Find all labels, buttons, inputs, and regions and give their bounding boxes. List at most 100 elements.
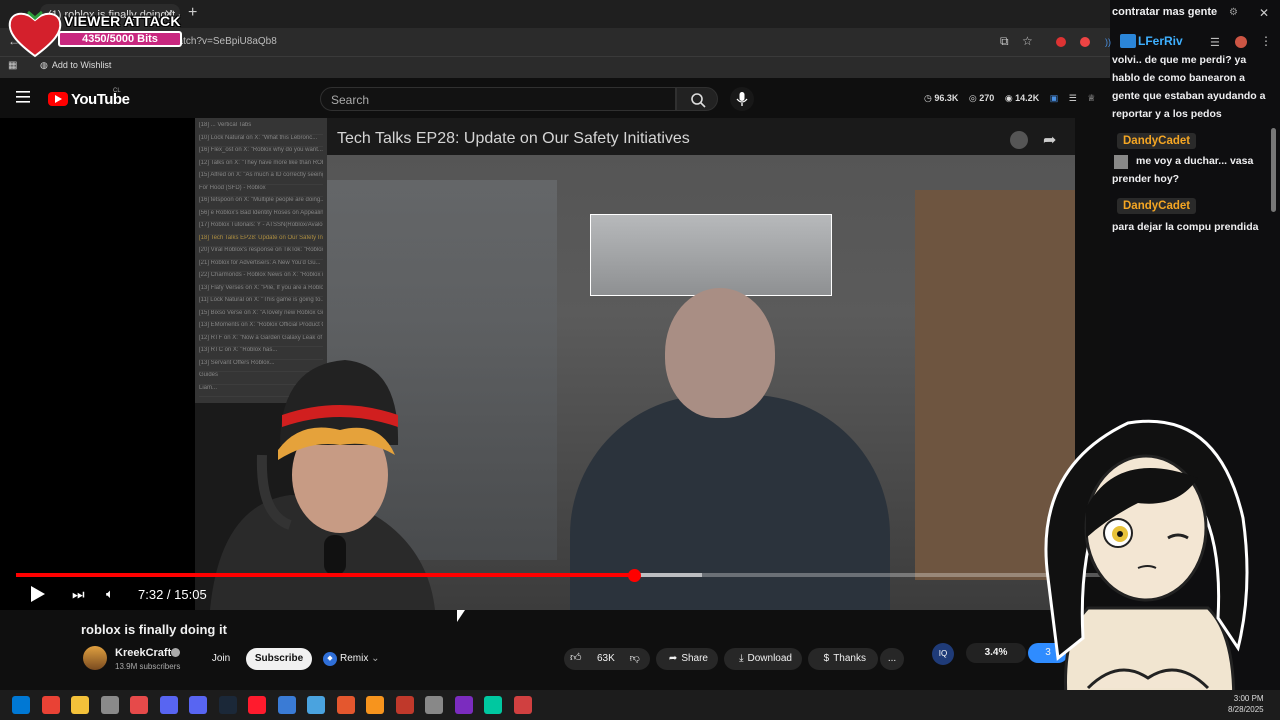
apps-grid-icon[interactable]: ▦ (8, 60, 17, 71)
bookmark-wishlist[interactable]: ◍ Add to Wishlist (40, 60, 111, 71)
taskbar-app3-icon[interactable] (100, 696, 119, 714)
bits-overlay-title: VIEWER ATTACK (64, 13, 181, 29)
vertical-tab-row: [13] Flafy Verses on X: "Pile, If you ar… (199, 285, 323, 297)
chat-scrollbar[interactable] (1271, 128, 1276, 212)
taskbar-notes-icon[interactable] (307, 696, 325, 714)
more-actions-button[interactable]: ... (880, 648, 904, 670)
taskbar-discord2-icon[interactable] (189, 696, 207, 714)
list-icon-2[interactable]: ☰ (1210, 36, 1220, 49)
bookmarks-bar (0, 56, 1110, 78)
dislike-icon[interactable]: 👎︎ (630, 653, 640, 664)
taskbar-calendar-icon[interactable] (130, 696, 148, 714)
chat-username[interactable]: DandyCadet (1117, 198, 1197, 214)
clock-date: 8/28/2025 (1228, 705, 1264, 714)
inner-video-title: Tech Talks EP28: Update on Our Safety In… (337, 130, 690, 147)
taskbar-app14-icon[interactable] (425, 696, 443, 714)
taskbar-audition-icon[interactable] (484, 696, 502, 714)
install-icon[interactable]: ⧉ (1000, 34, 1009, 49)
taskbar-steam-icon[interactable] (218, 696, 237, 714)
mouse-cursor (457, 610, 465, 622)
extension-icon-2[interactable] (1080, 37, 1090, 47)
selection-box (590, 214, 832, 296)
bookmark-star-icon[interactable]: ☆ (1022, 34, 1033, 48)
heart-icon (8, 10, 62, 58)
taskbar-windows-icon[interactable] (12, 696, 30, 714)
channel-avatar[interactable] (83, 646, 107, 670)
next-button[interactable]: ⏭ (72, 586, 85, 603)
search-button[interactable] (676, 87, 718, 111)
hamburger-menu-icon[interactable] (16, 90, 32, 104)
taskbar-notepad-icon[interactable] (277, 696, 296, 714)
profile-avatar[interactable] (1235, 36, 1247, 48)
new-tab-button[interactable]: + (188, 4, 197, 22)
kebab-menu-icon[interactable]: ⋮ (1260, 34, 1272, 48)
play-button[interactable] (31, 586, 45, 602)
time-display: 7:32 / 15:05 (138, 587, 207, 602)
vertical-tab-row: [16] Flex_ost on X: "Roblox why do you w… (199, 147, 323, 160)
volume-icon[interactable]: 🔈︎ (106, 586, 114, 602)
play-triangle-icon (55, 95, 62, 103)
taskbar-app13-icon[interactable] (395, 696, 414, 714)
taskbar-opera-icon[interactable] (248, 696, 266, 714)
share-label: Share (681, 653, 708, 664)
country-code: CL (113, 88, 121, 94)
watch-later-icon (1010, 131, 1028, 149)
channel-name[interactable]: KreekCraft (115, 647, 171, 659)
voice-search-button[interactable] (730, 87, 754, 111)
speaker-head (665, 288, 775, 418)
taskbar-chrome-icon[interactable] (41, 696, 60, 714)
download-label: Download (747, 653, 792, 664)
bookmark-label: Add to Wishlist (51, 60, 112, 70)
taskbar-app12-icon[interactable] (366, 696, 384, 714)
video-title: roblox is finally doing it (81, 622, 227, 637)
vertical-tab-row: [13] EMoments on X: "Roblox Official Pro… (199, 322, 323, 335)
list-icon[interactable]: ☰ (1069, 93, 1077, 103)
progress-fill (16, 573, 634, 577)
thanks-icon: $ (823, 653, 830, 664)
taskbar-explorer-icon[interactable] (71, 696, 89, 714)
scrubber-handle[interactable] (628, 569, 641, 582)
thanks-button[interactable]: $ Thanks (808, 648, 878, 670)
share-button[interactable]: ➦ Share (656, 648, 718, 670)
chat-username[interactable]: DandyCadet (1117, 133, 1197, 149)
subscriber-count: 13.9M subscribers (115, 662, 181, 671)
vertical-tab-row: [56] e Roblox's Bad Identity Roses on Ap… (199, 210, 323, 222)
extension-iq-icon[interactable]: ▣ (1050, 93, 1059, 103)
vertical-tab-row: [11] Lock Natural on X: "This game is go… (199, 297, 323, 310)
vertical-tab-row: [10] Lock Natural on X: "What this Lebro… (199, 135, 323, 147)
vertical-tab-row: [18] ... Vertical Tabs (199, 122, 323, 135)
vertical-tab-row: [18] Tech Talks EP28: Update on Our Safe… (199, 235, 323, 247)
comments-stat: ◎ 270 (968, 93, 995, 103)
vtuber-avatar (1044, 419, 1249, 720)
viewers-stat: ◉ 14.2K (1004, 93, 1040, 103)
user-badge-icon (1120, 34, 1136, 48)
vertical-tab-row: [15] Bixso Verse on X: "A lovely new Rob… (199, 310, 323, 322)
taskbar-app11-icon[interactable] (336, 696, 355, 714)
signal-icon: )) (1105, 37, 1111, 47)
taskbar-app15-icon[interactable] (454, 696, 473, 714)
chat-message: para dejar la compu prendida (1112, 221, 1259, 233)
taskbar-app17-icon[interactable] (513, 696, 532, 714)
vertical-tab-row: [16] tetspoon on X: "Multiple people are… (199, 197, 323, 210)
trophy-icon[interactable]: ♕ (1087, 93, 1095, 103)
emote-icon (1114, 155, 1128, 169)
thanks-label: Thanks (833, 653, 866, 664)
subscribe-button[interactable]: Subscribe (246, 648, 312, 670)
verified-icon (171, 648, 180, 657)
search-input[interactable]: Search (320, 87, 676, 111)
vertical-tab-row: [21] Roblox for Advertisers: A New You'd… (199, 260, 323, 272)
clock-time: 3:00 PM (1233, 694, 1264, 703)
vertical-tab-row: [17] Roblox Tutorials: Y - ATSSN(Roblox/… (199, 222, 323, 235)
join-button[interactable]: Join (202, 648, 240, 670)
gear-icon[interactable]: ⚙ (1229, 7, 1238, 18)
globe-icon: ◍ (40, 60, 48, 70)
extension-icon[interactable] (1056, 37, 1066, 47)
taskbar-discord-icon[interactable] (159, 696, 178, 714)
download-button[interactable]: ⤓ Download (724, 648, 802, 670)
iq-icon[interactable]: IQ (932, 643, 954, 665)
chat-username[interactable]: LFerRiv (1138, 34, 1183, 48)
address-bar[interactable]: ...watch?v=SeBpiU8aQb8 (42, 33, 982, 51)
share-arrow-icon: ➦ (1043, 132, 1057, 149)
close-icon[interactable]: ✕ (1259, 6, 1269, 20)
like-count: 63K (597, 653, 615, 664)
